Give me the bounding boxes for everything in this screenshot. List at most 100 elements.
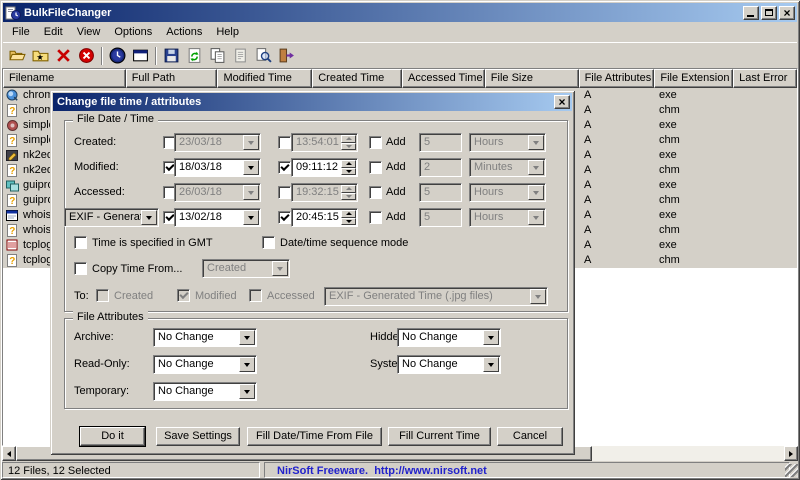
dropdown-button[interactable] <box>239 330 255 345</box>
column-header-file-attributes[interactable]: File Attributes <box>578 69 655 88</box>
accessed-add-label[interactable]: Add <box>386 186 406 198</box>
spin-down-button[interactable] <box>341 167 356 175</box>
menu-item-options[interactable]: Options <box>107 24 159 40</box>
modified-time-checkbox[interactable] <box>278 161 291 174</box>
dropdown-button <box>530 289 546 304</box>
column-header-file-extension[interactable]: File Extension <box>654 69 734 88</box>
menu-item-edit[interactable]: Edit <box>37 24 70 40</box>
column-header-file-size[interactable]: File Size <box>484 69 579 88</box>
gmt-label[interactable]: Time is specified in GMT <box>92 237 213 249</box>
temporary-select[interactable]: No Change <box>153 382 257 401</box>
dialog-close-button[interactable]: × <box>554 95 570 109</box>
gmt-checkbox[interactable] <box>74 236 87 249</box>
toolbar-button-properties[interactable] <box>229 45 252 67</box>
column-header-filename[interactable]: Filename <box>3 69 126 88</box>
toolbar-button-open-window[interactable] <box>129 45 152 67</box>
sequence-mode-checkbox[interactable] <box>262 236 275 249</box>
maximize-button[interactable] <box>761 5 777 20</box>
column-header-created-time[interactable]: Created Time <box>312 69 402 88</box>
cancel-button[interactable]: Cancel <box>497 427 563 446</box>
fill-current-time-button[interactable]: Fill Current Time <box>388 427 491 446</box>
column-header-modified-time[interactable]: Modified Time <box>217 69 313 88</box>
exif-date-select[interactable]: 13/02/18 <box>174 208 261 227</box>
dropdown-button[interactable] <box>239 357 255 372</box>
modified-add-label[interactable]: Add <box>386 161 406 173</box>
dropdown-button[interactable] <box>483 357 499 372</box>
modified-time-spinner[interactable]: 09:11:12 <box>291 158 358 177</box>
copy-time-from-label[interactable]: Copy Time From... <box>92 263 182 275</box>
menu-item-help[interactable]: Help <box>209 24 246 40</box>
scroll-left-button[interactable] <box>2 446 16 461</box>
menu-item-file[interactable]: File <box>5 24 37 40</box>
exif-time-checkbox[interactable] <box>278 211 291 224</box>
created-time-checkbox[interactable] <box>278 136 291 149</box>
close-icon: × <box>783 5 791 20</box>
close-button[interactable]: × <box>779 5 795 20</box>
exif-time-spinner[interactable]: 20:45:15 <box>291 208 358 227</box>
group-label: File Attributes <box>73 311 148 323</box>
toolbar-button-clear-files-list[interactable] <box>75 45 98 67</box>
toolbar-button-save[interactable] <box>160 45 183 67</box>
sequence-mode-label[interactable]: Date/time sequence mode <box>280 237 408 249</box>
app-file-icon <box>7 120 18 131</box>
resize-grip[interactable] <box>785 464 798 477</box>
exif-type-select[interactable]: EXIF - Generated <box>64 208 159 227</box>
to-modified-label: Modified <box>195 290 237 302</box>
toolbar-button-refresh[interactable] <box>183 45 206 67</box>
toolbar-button-exit[interactable] <box>275 45 298 67</box>
created-add-checkbox[interactable] <box>369 136 382 149</box>
created-add-label[interactable]: Add <box>386 136 406 148</box>
arrow-up-icon <box>345 162 352 166</box>
menu-item-actions[interactable]: Actions <box>159 24 209 40</box>
fill-datetime-from-file-button[interactable]: Fill Date/Time From File <box>247 427 382 446</box>
menu-item-view[interactable]: View <box>70 24 108 40</box>
minimize-button[interactable] <box>743 5 759 20</box>
maximize-icon <box>765 8 773 16</box>
spin-down-button[interactable] <box>341 217 356 225</box>
accessed-time-checkbox[interactable] <box>278 186 291 199</box>
stop-x-icon <box>79 48 94 63</box>
modified-date-select[interactable]: 18/03/18 <box>174 158 261 177</box>
exif-add-label[interactable]: Add <box>386 211 406 223</box>
accessed-add-checkbox[interactable] <box>369 186 382 199</box>
toolbar-button-find[interactable] <box>252 45 275 67</box>
chevron-down-icon <box>244 335 250 340</box>
column-header-accessed-time[interactable]: Accessed Time <box>402 69 485 88</box>
chevron-down-icon <box>248 165 254 170</box>
hidden-select[interactable]: No Change <box>397 328 501 347</box>
accessed-date-value: 26/03/18 <box>179 186 222 198</box>
column-header-full-path[interactable]: Full Path <box>125 69 218 88</box>
modified-add-checkbox[interactable] <box>369 161 382 174</box>
toolbar-button-remove-selected[interactable] <box>52 45 75 67</box>
spin-up-button[interactable] <box>341 210 356 218</box>
to-accessed-checkbox <box>249 289 262 302</box>
dropdown-button[interactable] <box>239 384 255 399</box>
system-select[interactable]: No Change <box>397 355 501 374</box>
help-file-icon: ? <box>7 104 17 117</box>
toolbar-button-change-time-attributes[interactable] <box>106 45 129 67</box>
modified-add-unit-value: Minutes <box>474 161 513 173</box>
app-file-icon <box>6 89 18 101</box>
dropdown-button <box>243 135 259 150</box>
exif-add-checkbox[interactable] <box>369 211 382 224</box>
dropdown-button[interactable] <box>483 330 499 345</box>
do-it-button[interactable]: Do it <box>80 427 145 446</box>
save-settings-button[interactable]: Save Settings <box>156 427 240 446</box>
scroll-right-button[interactable] <box>784 446 798 461</box>
file-extension-cell: exe <box>659 179 677 191</box>
dropdown-button[interactable] <box>243 160 259 175</box>
toolbar-button-copy[interactable] <box>206 45 229 67</box>
group-label: File Date / Time <box>73 113 159 125</box>
spin-up-button[interactable] <box>341 160 356 168</box>
exif-time-value: 20:45:15 <box>296 211 339 223</box>
dropdown-button[interactable] <box>141 210 157 225</box>
read-only-select[interactable]: No Change <box>153 355 257 374</box>
toolbar-button-add-folder[interactable]: ★ <box>29 45 52 67</box>
column-header-last-error[interactable]: Last Error <box>733 69 798 88</box>
dropdown-button[interactable] <box>243 210 259 225</box>
status-nirsoft-link[interactable]: NirSoft Freeware. http://www.nirsoft.net <box>264 462 790 478</box>
chevron-down-icon <box>248 215 254 220</box>
copy-time-from-checkbox[interactable] <box>74 262 87 275</box>
archive-select[interactable]: No Change <box>153 328 257 347</box>
toolbar-button-add-files[interactable] <box>6 45 29 67</box>
